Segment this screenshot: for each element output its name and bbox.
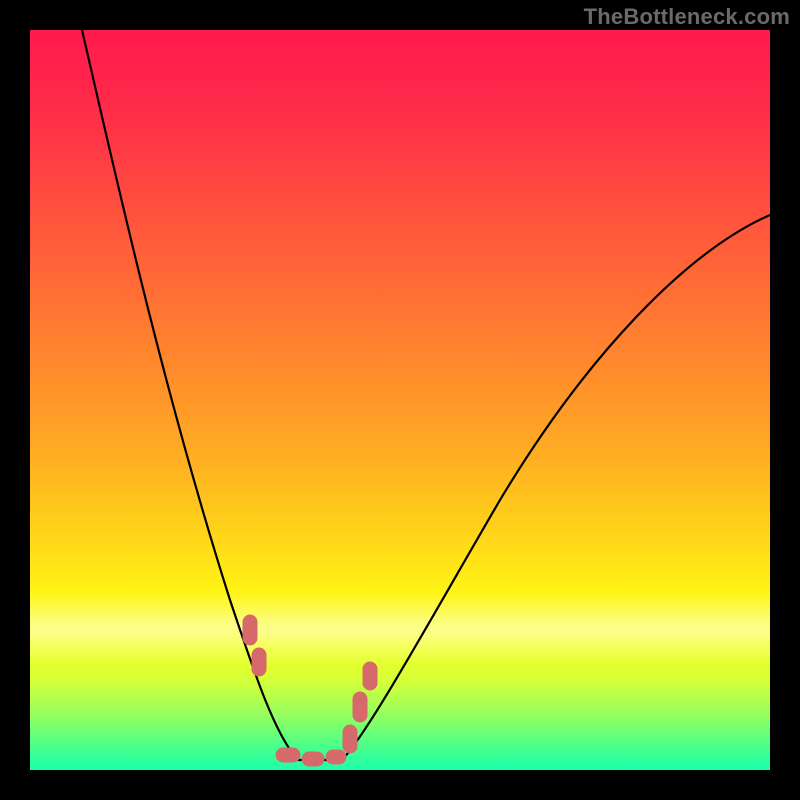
chart-frame: TheBottleneck.com	[0, 0, 800, 800]
curve-layer	[30, 30, 770, 770]
watermark-text: TheBottleneck.com	[584, 4, 790, 30]
highlight-markers	[243, 615, 377, 766]
plot-area	[30, 30, 770, 770]
bottleneck-curve	[82, 30, 770, 760]
